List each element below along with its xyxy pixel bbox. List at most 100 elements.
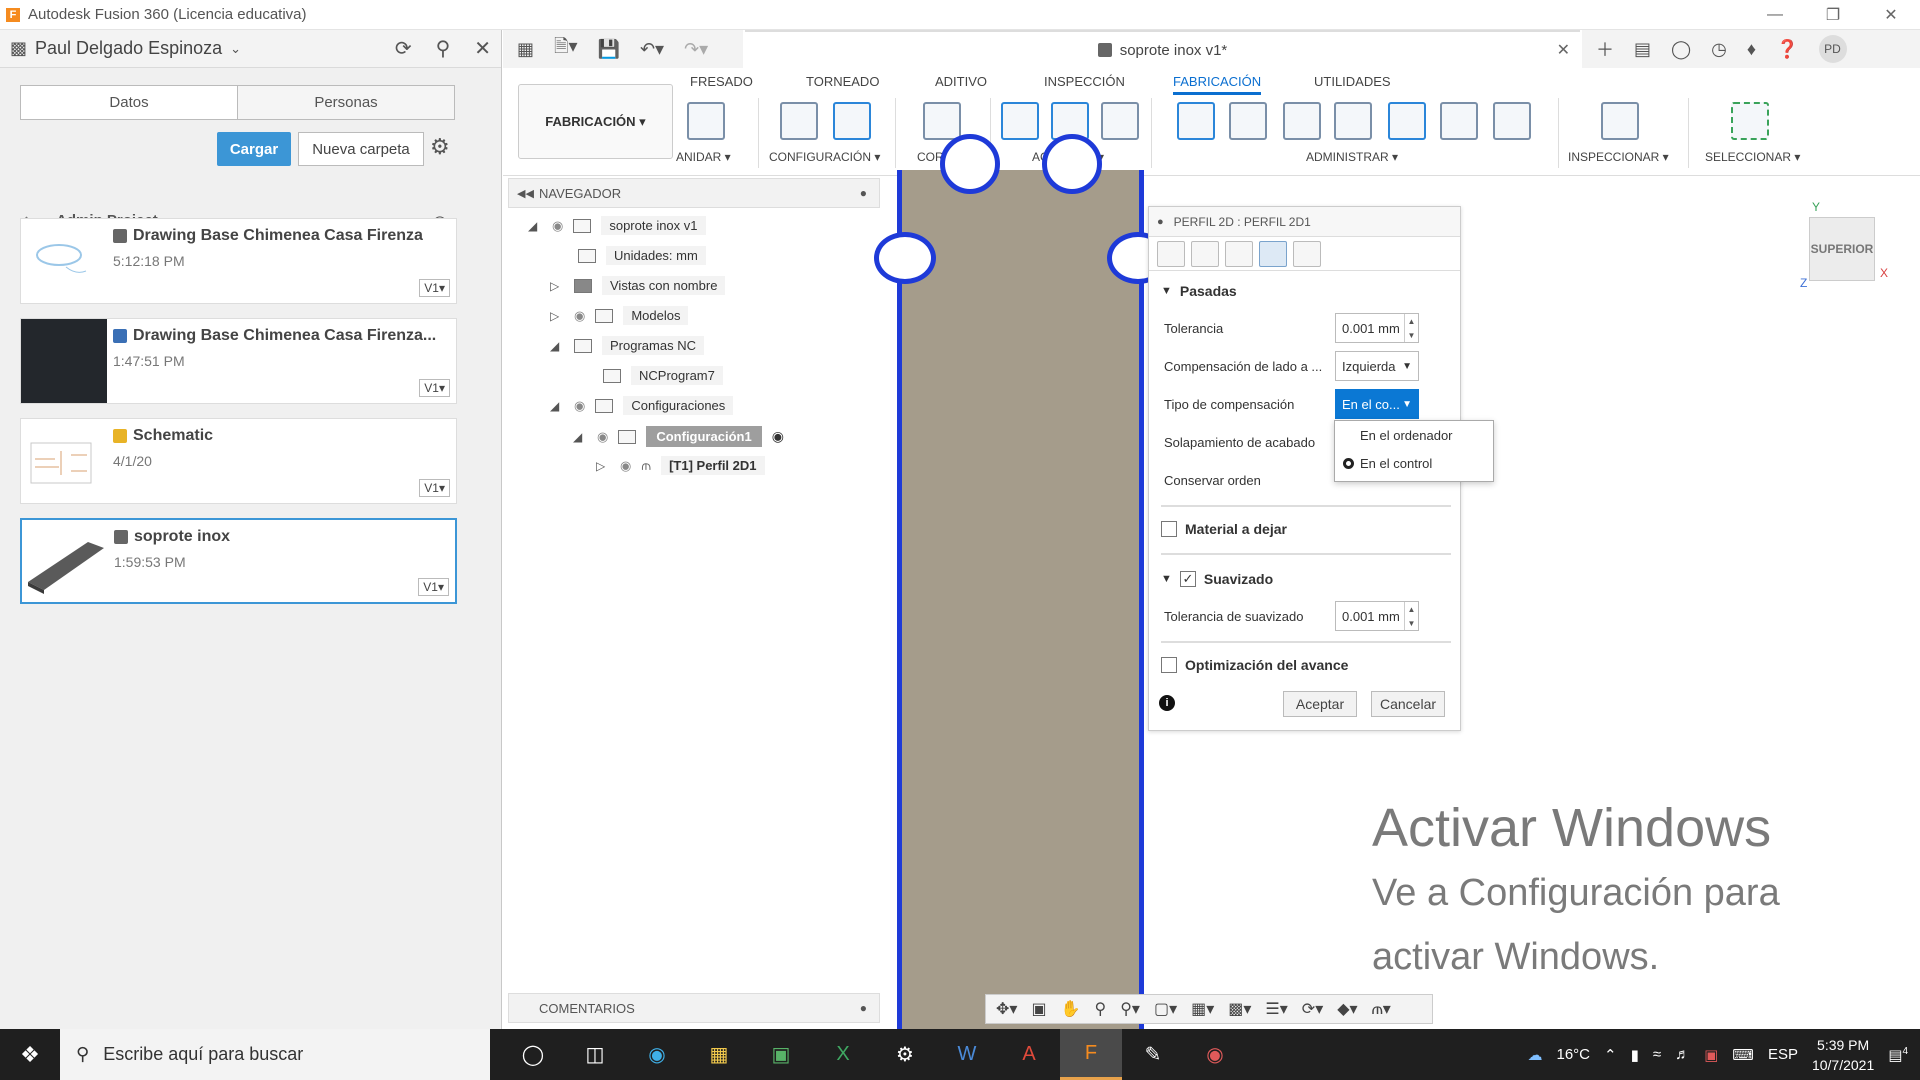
grid-icon[interactable]: ▦▾	[1191, 999, 1214, 1019]
section-passes[interactable]: ▼ Pasadas	[1161, 283, 1237, 299]
task-view-icon[interactable]: ◫	[564, 1029, 626, 1080]
edge-icon[interactable]: ◉	[626, 1029, 688, 1080]
collapsed-icon[interactable]: ▷	[596, 459, 610, 473]
display-settings-icon[interactable]: ▢▾	[1154, 999, 1177, 1019]
document-tab[interactable]: soprote inox v1* ✕	[745, 30, 1580, 68]
tab-fabricacion[interactable]: FABRICACIÓN	[1173, 74, 1262, 95]
gear-icon[interactable]: ⚙	[430, 134, 450, 160]
upload-button[interactable]: Cargar	[217, 132, 291, 166]
expand-icon[interactable]: ◢	[550, 339, 564, 353]
part-stock[interactable]	[874, 134, 1169, 1030]
info-icon[interactable]: i	[1159, 695, 1175, 711]
add-comment-icon[interactable]: ●	[860, 1001, 867, 1015]
pen-tool-icon[interactable]: ✎	[1122, 1029, 1184, 1080]
workspace-switcher[interactable]: FABRICACIÓN ▾	[518, 84, 673, 159]
toolpath-display-icon[interactable]: ☰▾	[1265, 999, 1287, 1019]
setup-icon[interactable]	[780, 102, 818, 140]
fit-icon[interactable]: ⚲▾	[1120, 999, 1140, 1019]
spinner-icon[interactable]: ▲ ▼	[1404, 314, 1418, 342]
search-icon[interactable]: ⚲	[436, 36, 451, 61]
measure-icon[interactable]	[1601, 102, 1639, 140]
tree-item-named-views[interactable]: ▷ Vistas con nombre	[550, 276, 726, 295]
close-window-button[interactable]: ✕	[1862, 0, 1920, 30]
tree-item-setup1[interactable]: ◢ ◉ Configuración1 ◉	[573, 426, 784, 447]
look-at-icon[interactable]: ▣	[1031, 999, 1046, 1019]
comments-panel[interactable]: COMENTARIOS ●	[508, 993, 880, 1023]
job-status-icon[interactable]: ◷	[1711, 39, 1727, 60]
smoothing-tolerance-input[interactable]: 0.001 mm ▲ ▼	[1335, 601, 1419, 631]
user-selector[interactable]: Paul Delgado Espinoza	[35, 38, 222, 59]
side-compensation-select[interactable]: Izquierda ▼	[1335, 351, 1419, 381]
tab-personas[interactable]: Personas	[237, 86, 454, 119]
close-icon[interactable]: ✕	[474, 36, 491, 61]
save-icon[interactable]: 💾	[598, 39, 620, 60]
zoom-icon[interactable]: ⚲	[1094, 999, 1106, 1019]
view-cube[interactable]: SUPERIOR	[1809, 217, 1875, 281]
undo-icon[interactable]: ↶▾	[640, 39, 664, 60]
apps-grid-icon[interactable]: ▦	[517, 39, 534, 60]
select-window-icon[interactable]	[1731, 102, 1769, 140]
taskbar-search[interactable]: ⚲ Escribe aquí para buscar	[60, 1029, 490, 1080]
refresh-icon[interactable]: ⟳	[395, 36, 412, 61]
minimize-button[interactable]: —	[1746, 0, 1804, 30]
fusion-360-icon[interactable]: F	[1060, 1029, 1122, 1080]
keyboard-icon[interactable]: ⌨	[1732, 1046, 1754, 1064]
ok-button[interactable]: Aceptar	[1283, 691, 1357, 717]
file-card[interactable]: Schematic 4/1/20 V1▾	[20, 418, 457, 504]
smoothing-checkbox[interactable]: ✓	[1179, 571, 1196, 587]
clock[interactable]: 5:39 PM 10/7/2021	[1812, 1035, 1874, 1075]
version-badge[interactable]: V1▾	[419, 379, 450, 397]
app-tray-icon[interactable]: ▣	[1704, 1046, 1718, 1064]
visibility-eye-icon[interactable]: ◉	[620, 458, 631, 474]
setup-sheet-icon[interactable]	[1101, 102, 1139, 140]
visibility-eye-icon[interactable]: ◉	[597, 429, 608, 445]
new-folder-button[interactable]: Nueva carpeta	[298, 132, 424, 166]
chevron-down-icon[interactable]: ⌄	[230, 41, 241, 57]
compensation-type-select[interactable]: En el co... ▼	[1335, 389, 1419, 419]
template-icon[interactable]	[1229, 102, 1267, 140]
post-library-icon[interactable]	[1283, 102, 1321, 140]
windows-start-icon[interactable]: ❖	[0, 1029, 60, 1080]
group-inspeccionar[interactable]: INSPECCIONAR ▾	[1568, 150, 1669, 164]
machine-icon[interactable]	[1388, 102, 1426, 140]
help-icon[interactable]: ❓	[1776, 39, 1798, 60]
geometry-tab-icon[interactable]	[1191, 241, 1219, 267]
browser-header[interactable]: ◀◀ NAVEGADOR ●	[508, 178, 880, 208]
expand-icon[interactable]: ◢	[528, 219, 542, 233]
document-s-icon[interactable]	[1493, 102, 1531, 140]
chat-icon[interactable]: ▤	[1634, 39, 1651, 60]
feed-optimization-checkbox[interactable]	[1161, 657, 1177, 673]
passes-tab-icon[interactable]	[1259, 241, 1287, 267]
file-explorer-icon[interactable]: ▦	[688, 1029, 750, 1080]
dropdown-option-control[interactable]: En el control	[1335, 449, 1493, 477]
temperature[interactable]: 16°C	[1557, 1046, 1591, 1063]
refresh-view-icon[interactable]: ⟳▾	[1302, 999, 1323, 1019]
visibility-eye-icon[interactable]: ◉	[574, 308, 585, 324]
machine-library-icon[interactable]	[1334, 102, 1372, 140]
tree-item-units[interactable]: Unidades: mm	[578, 246, 706, 265]
tool-tab-icon[interactable]	[1157, 241, 1185, 267]
avatar[interactable]: PD	[1818, 35, 1847, 63]
acrobat-icon[interactable]: A	[998, 1029, 1060, 1080]
linking-tab-icon[interactable]	[1293, 241, 1321, 267]
team-icon[interactable]: ▩	[10, 38, 27, 59]
stock-display-icon[interactable]: ◆▾	[1337, 999, 1357, 1019]
notification-center-icon[interactable]: ▤4	[1888, 1046, 1908, 1064]
volume-icon[interactable]: ♬	[1675, 1046, 1690, 1063]
dialog-collapse-icon[interactable]: ●	[1157, 216, 1164, 228]
tree-item-root[interactable]: ◢ ◉ soprote inox v1	[528, 216, 706, 235]
cancel-button[interactable]: Cancelar	[1371, 691, 1445, 717]
expand-icon[interactable]: ◢	[550, 399, 564, 413]
excel-icon[interactable]: X	[812, 1029, 874, 1080]
group-anidar[interactable]: ANIDAR ▾	[676, 150, 731, 164]
file-card[interactable]: Drawing Base Chimenea Casa Firenza... 1:…	[20, 318, 457, 404]
simulate-icon[interactable]	[1001, 102, 1039, 140]
dropdown-option-computer[interactable]: En el ordenador	[1335, 421, 1493, 449]
group-administrar[interactable]: ADMINISTRAR ▾	[1306, 150, 1398, 164]
browser-minimize-icon[interactable]: ●	[860, 186, 867, 200]
collapse-browser-icon[interactable]: ◀◀	[517, 187, 534, 200]
tolerance-input[interactable]: 0.001 mm ▲ ▼	[1335, 313, 1419, 343]
chevron-up-icon[interactable]: ⌃	[1604, 1046, 1617, 1064]
nest-icon[interactable]	[687, 102, 725, 140]
file-menu-icon[interactable]: 🗎▾	[554, 34, 578, 64]
